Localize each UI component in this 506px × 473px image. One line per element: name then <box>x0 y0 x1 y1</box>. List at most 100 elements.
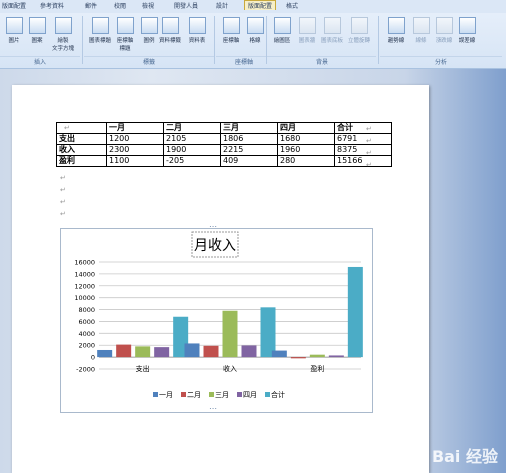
ribbon-group-label: 插入 <box>0 56 80 66</box>
ribbon-button-10[interactable]: 繪圖區 <box>271 17 293 44</box>
ribbon-button-icon <box>435 17 453 34</box>
ribbon-button-icon <box>116 17 134 34</box>
ribbon-button-icon <box>458 17 476 34</box>
ribbon-separator <box>214 16 215 64</box>
ribbon-tab-3[interactable]: 校閱 <box>114 1 126 10</box>
ribbon-button-5[interactable]: 圖例 <box>138 17 160 44</box>
ribbon-group-label: 背景 <box>268 56 376 66</box>
chart-bar <box>184 343 200 358</box>
ribbon-button-8[interactable]: 座標軸 <box>220 17 242 44</box>
table-header-cell[interactable]: 四月 <box>277 122 335 134</box>
table-cell[interactable]: 1900 <box>163 144 221 156</box>
y-tick-label: 16000 <box>74 259 95 267</box>
table-cell[interactable]: 2105 <box>163 133 221 145</box>
table-cell[interactable]: 收入 <box>56 144 107 156</box>
ribbon-button-label: 繪圖區 <box>273 38 291 44</box>
legend-swatch <box>153 392 158 397</box>
ribbon-button-16[interactable]: 漲跌線 <box>433 17 455 44</box>
ribbon-button-label: 資料標籤 <box>159 38 182 44</box>
ribbon-tab-7[interactable]: 版面配置 <box>244 0 277 10</box>
y-tick-label: 12000 <box>74 282 95 290</box>
ribbon-button-0[interactable]: 圖片 <box>3 17 25 44</box>
data-table[interactable]: 一月 二月 三月 四月 合计 支出 1200 2105 1806 1680 6791 收入 2300 19… <box>56 122 392 167</box>
paragraph-mark: ↵ <box>60 186 66 194</box>
table-header-cell[interactable]: 一月 <box>106 122 164 134</box>
ribbon-button-label: 座標軸 標題 <box>116 38 134 52</box>
ribbon-button-12[interactable]: 圖表底板 <box>321 17 343 44</box>
table-cell[interactable]: 1806 <box>220 133 278 145</box>
ribbon-button-label: 圖表牆 <box>298 38 316 44</box>
chart[interactable]: 月收入 -2000 0 2000 4000 6000 8000 10000 12000 14000… <box>60 228 373 413</box>
ribbon-button-2[interactable]: 繪製 文字方塊 <box>52 17 74 52</box>
ribbon-button-7[interactable]: 資料表 <box>186 17 208 44</box>
table-cell[interactable]: 1960 <box>277 144 335 156</box>
ribbon-button-label: 立體旋轉 <box>348 38 371 44</box>
table-cell[interactable]: 2300 <box>106 144 164 156</box>
resize-handle-top[interactable]: ⋯ <box>209 222 217 231</box>
ribbon-tab-8[interactable]: 格式 <box>286 1 298 10</box>
y-tick-label: 10000 <box>74 294 95 302</box>
y-tick-label: 0 <box>91 354 95 362</box>
paragraph-mark: ↵ <box>60 198 66 206</box>
ribbon-tab-0[interactable]: 版面配置 <box>2 1 26 10</box>
table-cell[interactable]: 1200 <box>106 133 164 145</box>
ribbon-button-14[interactable]: 趨勢線 <box>385 17 407 44</box>
ribbon-button-4[interactable]: 座標軸 標題 <box>114 17 136 52</box>
chart-bar <box>241 345 257 358</box>
ribbon-tab-2[interactable]: 郵件 <box>85 1 97 10</box>
row-end-mark: ↵ <box>366 161 372 169</box>
ribbon-button-3[interactable]: 圖表標題 <box>89 17 111 44</box>
table-cell[interactable]: 1100 <box>106 155 164 167</box>
ribbon-button-icon <box>412 17 430 34</box>
legend-label: 四月 <box>243 391 257 399</box>
table-header-cell[interactable] <box>56 122 107 134</box>
table-cell[interactable]: 支出 <box>56 133 107 145</box>
ribbon-button-label: 線條 <box>415 38 427 44</box>
chart-bar <box>222 310 238 358</box>
ribbon-button-17[interactable]: 誤差線 <box>456 17 478 44</box>
ribbon-button-label: 漲跌線 <box>435 38 453 44</box>
ribbon-button-icon <box>273 17 291 34</box>
table-header-cell[interactable]: 三月 <box>220 122 278 134</box>
table-header-cell[interactable]: 合计 <box>334 122 392 134</box>
ribbon-separator <box>378 16 379 64</box>
table-cell[interactable]: 409 <box>220 155 278 167</box>
ribbon-button-15[interactable]: 線條 <box>410 17 432 44</box>
ribbon-button-label: 座標軸 <box>222 38 240 44</box>
table-row: 一月 二月 三月 四月 合计 <box>56 122 392 134</box>
ribbon-tab-4[interactable]: 檢視 <box>142 1 154 10</box>
table-cell[interactable]: -205 <box>163 155 221 167</box>
ribbon-tab-5[interactable]: 開發人員 <box>174 1 198 10</box>
y-tick-label: 6000 <box>78 318 95 326</box>
ribbon-button-icon <box>387 17 405 34</box>
x-tick-label: 支出 <box>136 364 150 373</box>
ribbon-button-13[interactable]: 立體旋轉 <box>348 17 370 44</box>
table-cell[interactable]: 1680 <box>277 133 335 145</box>
table-cell[interactable]: 15166 <box>334 155 392 167</box>
ribbon-tab-6[interactable]: 設計 <box>216 1 228 10</box>
ribbon-button-11[interactable]: 圖表牆 <box>296 17 318 44</box>
legend-swatch <box>237 392 242 397</box>
table-cell[interactable]: 6791 <box>334 133 392 145</box>
ribbon-button-label: 趨勢線 <box>387 38 405 44</box>
x-tick-label: 盈利 <box>310 364 324 373</box>
table-cell[interactable]: 8375 <box>334 144 392 156</box>
table-header-cell[interactable]: 二月 <box>163 122 221 134</box>
chart-bar <box>154 347 170 358</box>
y-tick-label: 8000 <box>78 306 95 314</box>
table-cell[interactable]: 盈利 <box>56 155 107 167</box>
chart-bar <box>290 357 306 359</box>
ribbon-button-icon <box>140 17 158 34</box>
row-end-mark: ↵ <box>366 125 372 133</box>
table-cell[interactable]: 2215 <box>220 144 278 156</box>
y-tick-label: 14000 <box>74 270 95 278</box>
chart-bar <box>260 307 276 358</box>
resize-handle-bottom[interactable]: ⋯ <box>209 404 217 413</box>
table-cell[interactable]: 280 <box>277 155 335 167</box>
ribbon-button-1[interactable]: 圖案 <box>26 17 48 44</box>
table-row: 支出 1200 2105 1806 1680 6791 <box>56 133 392 145</box>
ribbon-button-6[interactable]: 資料標籤 <box>159 17 181 44</box>
ribbon-tab-1[interactable]: 參考資料 <box>40 1 64 10</box>
watermark: Bai 经验 <box>431 447 498 466</box>
ribbon-button-9[interactable]: 格線 <box>244 17 266 44</box>
